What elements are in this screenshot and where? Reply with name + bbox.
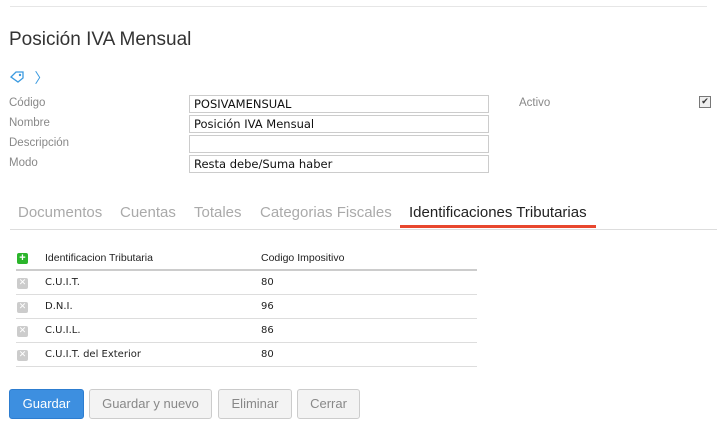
eliminar-button[interactable]: Eliminar	[218, 389, 292, 419]
tab-bar: Documentos Cuentas Totales Categorias Fi…	[10, 200, 717, 230]
delete-row-icon[interactable]: ✕	[17, 277, 28, 289]
codigo-cell: 96	[260, 294, 477, 319]
col-header-codigo: Codigo Impositivo	[260, 246, 477, 271]
tab-identificaciones-tributarias[interactable]: Identificaciones Tributarias	[400, 204, 596, 228]
identificaciones-table: + Identificacion Tributaria Codigo Impos…	[16, 246, 477, 367]
codigo-cell: 80	[260, 342, 477, 367]
add-row-icon[interactable]: +	[17, 252, 28, 264]
page-title: Posición IVA Mensual	[9, 29, 192, 50]
codigo-input[interactable]: POSIVAMENSUAL	[189, 95, 489, 113]
top-divider	[10, 6, 707, 7]
cerrar-button[interactable]: Cerrar	[297, 389, 360, 419]
delete-row-icon[interactable]: ✕	[17, 325, 28, 337]
delete-row-icon[interactable]: ✕	[17, 349, 28, 361]
table-row: ✕ D.N.I. 96	[16, 294, 477, 319]
guardar-y-nuevo-button[interactable]: Guardar y nuevo	[89, 389, 212, 419]
tab-documentos[interactable]: Documentos	[18, 204, 102, 221]
nombre-label: Nombre	[9, 117, 50, 129]
modo-label: Modo	[9, 157, 38, 169]
chevron-right-icon[interactable]: 〉	[34, 71, 48, 87]
identificacion-cell: C.U.I.T.	[44, 270, 260, 295]
table-row: ✕ C.U.I.T. del Exterior 80	[16, 342, 477, 367]
delete-row-icon[interactable]: ✕	[17, 301, 28, 313]
codigo-label: Código	[9, 97, 46, 109]
identificacion-cell: C.U.I.T. del Exterior	[44, 342, 260, 367]
tab-cuentas[interactable]: Cuentas	[120, 204, 176, 221]
codigo-cell: 80	[260, 270, 477, 295]
descripcion-input[interactable]	[189, 135, 489, 153]
activo-checkbox[interactable]: ✔	[699, 96, 711, 108]
tag-toolbar: 〉	[9, 68, 48, 88]
nombre-input[interactable]: Posición IVA Mensual	[189, 115, 489, 133]
identificacion-cell: D.N.I.	[44, 294, 260, 319]
descripcion-label: Descripción	[9, 137, 70, 149]
guardar-button[interactable]: Guardar	[9, 389, 84, 419]
tag-icon[interactable]	[9, 71, 24, 87]
table-row: ✕ C.U.I.T. 80	[16, 270, 477, 295]
col-header-identificacion: Identificacion Tributaria	[44, 246, 260, 271]
activo-label: Activo	[519, 97, 551, 109]
codigo-cell: 86	[260, 318, 477, 343]
modo-select[interactable]: Resta debe/Suma haber	[189, 155, 489, 173]
tab-totales[interactable]: Totales	[194, 204, 242, 221]
tab-categorias-fiscales[interactable]: Categorias Fiscales	[260, 204, 392, 221]
table-row: ✕ C.U.I.L. 86	[16, 318, 477, 343]
identificacion-cell: C.U.I.L.	[44, 318, 260, 343]
